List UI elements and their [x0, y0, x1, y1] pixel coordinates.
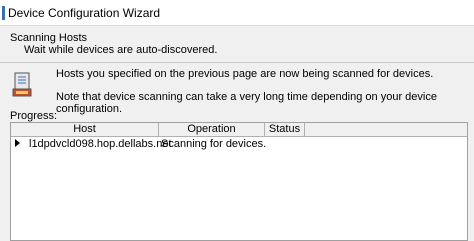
progress-label: Progress: — [10, 110, 58, 122]
host-cell: l1dpdvcld098.hop.dellabs.net — [29, 138, 172, 150]
page-title: Scanning Hosts — [10, 32, 88, 44]
info-scanning-text: Hosts you specified on the previous page… — [56, 68, 434, 80]
wizard-window: Device Configuration Wizard Scanning Hos… — [0, 0, 474, 241]
progress-table[interactable]: Host Operation Status l1dpdvcld098.hop.d… — [10, 122, 468, 241]
window-icon — [2, 6, 5, 20]
column-header-status[interactable]: Status — [265, 123, 305, 136]
expand-arrow-icon[interactable] — [15, 139, 20, 147]
table-row[interactable]: l1dpdvcld098.hop.dellabs.net Scanning fo… — [11, 137, 467, 151]
header-divider — [0, 62, 474, 63]
title-bar: Device Configuration Wizard — [0, 0, 474, 26]
window-title: Device Configuration Wizard — [8, 6, 161, 20]
operation-cell: Scanning for devices. — [161, 138, 267, 150]
page-subtitle: Wait while devices are auto-discovered. — [24, 44, 218, 56]
scan-document-icon — [12, 72, 32, 97]
column-header-operation[interactable]: Operation — [159, 123, 265, 136]
info-note-text: Note that device scanning can take a ver… — [56, 91, 437, 115]
table-header: Host Operation Status — [11, 123, 467, 137]
column-header-host[interactable]: Host — [11, 123, 159, 136]
wizard-header: Scanning Hosts Wait while devices are au… — [0, 26, 474, 62]
